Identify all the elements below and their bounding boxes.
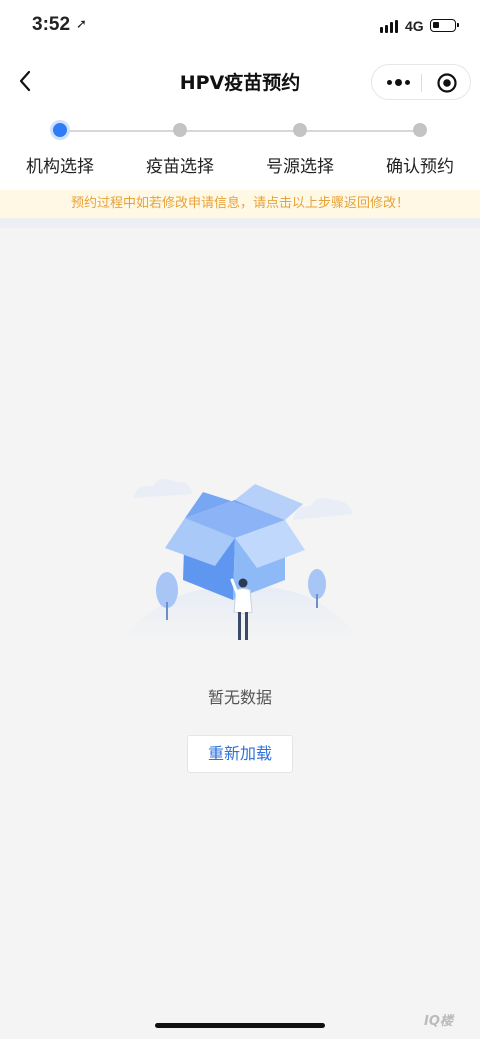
step-dot [173,123,187,137]
empty-box-illustration [120,478,360,640]
network-type: 4G [405,18,424,34]
miniprogram-capsule [371,64,471,100]
step-label: 机构选择 [26,157,94,177]
step-progress: 机构选择 疫苗选择 号源选择 确认预约 [0,106,480,190]
location-arrow-icon: ➚ [76,17,87,32]
step-dot-active [50,120,70,140]
step-slot[interactable]: 号源选择 [240,106,360,190]
step-vaccine[interactable]: 疫苗选择 [120,106,240,190]
step-confirm[interactable]: 确认预约 [360,106,480,190]
step-dot [293,123,307,137]
battery-icon [430,19,459,32]
step-label: 号源选择 [266,157,334,177]
capsule-divider [421,74,422,92]
step-dot [413,123,427,137]
target-circle-icon [437,73,457,93]
section-divider [0,218,480,228]
step-label: 确认预约 [386,157,454,177]
empty-state-message: 暂无数据 [207,688,272,707]
home-indicator[interactable] [155,1023,325,1028]
watermark-logo: IQ楼 [424,1014,453,1029]
cellular-signal-icon [380,20,398,33]
close-miniprogram-button[interactable] [436,72,458,94]
step-institution[interactable]: 机构选择 [0,106,120,190]
reload-button[interactable]: 重新加载 [187,735,293,773]
navigation-bar: HPV疫苗预约 [0,56,480,106]
step-label: 疫苗选择 [146,157,214,177]
notice-banner: 预约过程中如若修改申请信息，请点击以上步骤返回修改！ [0,190,480,218]
more-options-button[interactable] [384,71,412,93]
status-time: 3:52 [32,14,71,35]
status-bar: 3:52 ➚ 4G [0,0,480,56]
